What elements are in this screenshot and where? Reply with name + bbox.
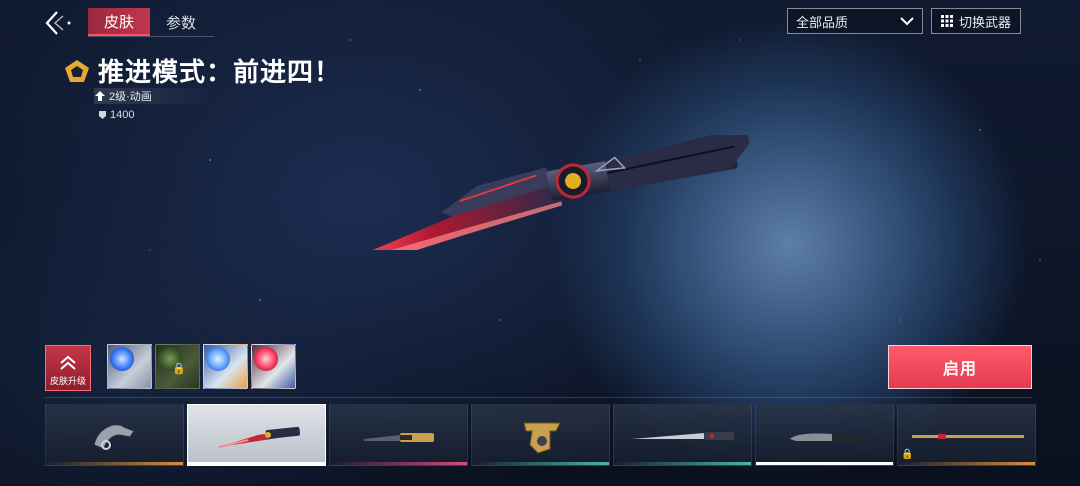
switch-weapon-label: 切换武器 — [958, 14, 1011, 30]
section-divider — [45, 397, 1033, 398]
chroma-variant-2[interactable]: 🔒 — [155, 344, 200, 389]
quality-filter-value: 全部品质 — [796, 14, 849, 30]
grid-icon — [940, 15, 953, 27]
level-up-icon — [95, 91, 105, 101]
forward-knife-icon — [218, 426, 301, 449]
lock-icon: 🔒 — [901, 449, 914, 460]
upgrade-chevrons-icon — [60, 355, 76, 370]
weapon-slot-gold-trench-knife[interactable] — [471, 404, 610, 466]
weapon-slot-gold-staff[interactable]: 🔒 — [897, 404, 1036, 466]
weapon-slot-long-blade[interactable] — [613, 404, 752, 466]
long-blade-icon — [632, 432, 734, 440]
tier-pentagon-icon — [65, 59, 89, 82]
skin-upgrade-label: 皮肤升级 — [49, 376, 86, 386]
tabs-divider — [88, 36, 214, 37]
skin-name: 推进模式：前进四！ — [98, 57, 342, 87]
chevron-down-icon — [900, 17, 914, 26]
gold-dagger-icon — [364, 433, 434, 442]
skin-upgrade-button[interactable]: 皮肤升级 — [45, 345, 91, 391]
skin-price: 1400 — [98, 109, 134, 121]
weapon-slot-forward-knife[interactable] — [187, 404, 326, 466]
combat-knife-icon — [790, 433, 862, 442]
weapon-preview[interactable] — [310, 135, 770, 250]
trench-knife-icon — [523, 422, 561, 454]
weapon-skin-bar: 🔒 — [45, 404, 1036, 466]
skin-level-text: 2级·动画 — [109, 91, 152, 103]
quality-filter-dropdown[interactable]: 全部品质 — [787, 8, 923, 34]
tab-bar: 皮肤 参数 — [88, 8, 212, 36]
back-arrow-icon — [45, 11, 71, 35]
skin-title-row: 推进模式：前进四！ — [64, 52, 341, 89]
currency-icon — [99, 111, 106, 119]
chroma-variant-1[interactable] — [107, 344, 152, 389]
chroma-list: 🔒 — [107, 344, 296, 389]
weapon-slot-combat-knife[interactable] — [755, 404, 894, 466]
weapon-slot-karambit[interactable] — [45, 404, 184, 466]
lock-icon: 🔒 — [172, 363, 186, 375]
skin-level: 2级·动画 — [94, 88, 212, 104]
skin-price-value: 1400 — [110, 109, 135, 121]
switch-weapon-button[interactable]: 切换武器 — [931, 8, 1021, 34]
karambit-icon — [93, 424, 135, 450]
gold-staff-icon — [912, 434, 1024, 439]
back-button[interactable] — [40, 6, 76, 40]
tab-params[interactable]: 参数 — [150, 8, 212, 36]
chroma-variant-4[interactable] — [251, 344, 296, 389]
tab-skin[interactable]: 皮肤 — [88, 8, 150, 36]
enable-button[interactable]: 启用 — [888, 345, 1032, 389]
weapon-slot-gold-dagger[interactable] — [329, 404, 468, 466]
chroma-variant-3[interactable] — [203, 344, 248, 389]
